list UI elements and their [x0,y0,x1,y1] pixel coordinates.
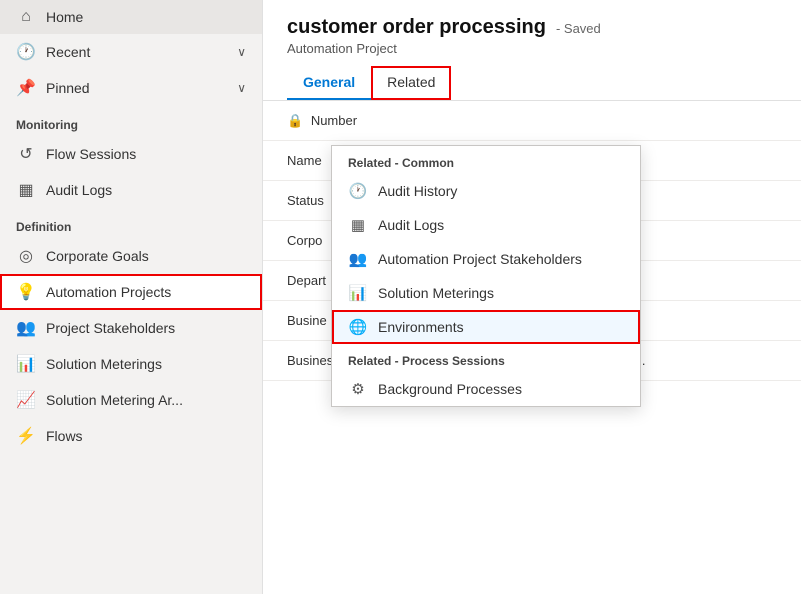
solution-metering-ar-icon: 📈 [16,390,36,410]
page-title: customer order processing [287,16,546,39]
corporate-goals-icon: ◎ [16,246,36,266]
automation-projects-icon: 💡 [16,282,36,302]
stakeholders-icon: 👥 [348,250,368,268]
sidebar-label-solution-meterings: Solution Meterings [46,356,162,372]
dropdown-item-environments[interactable]: 🌐 Environments [332,310,640,344]
sidebar-item-pinned[interactable]: 📌 Pinned ∨ [0,70,262,106]
chevron-down-icon: ∨ [237,81,246,95]
environments-icon: 🌐 [348,318,368,336]
dropdown-item-solution-meterings[interactable]: 📊 Solution Meterings [332,276,640,310]
sidebar-item-project-stakeholders[interactable]: 👥 Project Stakeholders [0,310,262,346]
main-content: customer order processing - Saved Automa… [263,0,801,594]
main-header: customer order processing - Saved Automa… [263,0,801,101]
form-row-number: 🔒 Number [263,101,801,141]
tab-related[interactable]: Related [371,66,451,100]
related-dropdown-menu[interactable]: Related - Common 🕐 Audit History ▦ Audit… [331,145,641,407]
flow-sessions-icon: ↺ [16,144,36,164]
sidebar: ⌂ Home 🕐 Recent ∨ 📌 Pinned ∨ Monitoring … [0,0,263,594]
monitoring-section-label: Monitoring [0,106,262,136]
sidebar-label-recent: Recent [46,44,90,60]
audit-logs-icon: ▦ [16,180,36,200]
dropdown-item-audit-logs[interactable]: ▦ Audit Logs [332,208,640,242]
audit-logs-icon: ▦ [348,216,368,234]
dropdown-label-background-processes: Background Processes [378,381,522,397]
tab-bar: General Related [287,66,777,100]
sidebar-label-solution-metering-ar: Solution Metering Ar... [46,392,183,408]
sidebar-item-home[interactable]: ⌂ Home [0,0,262,34]
dropdown-section-common: Related - Common [332,146,640,174]
flows-icon: ⚡ [16,426,36,446]
dropdown-label-audit-history: Audit History [378,183,457,199]
sidebar-label-pinned: Pinned [46,80,90,96]
sidebar-label-flows: Flows [46,428,83,444]
sidebar-item-solution-metering-ar[interactable]: 📈 Solution Metering Ar... [0,382,262,418]
sidebar-item-flow-sessions[interactable]: ↺ Flow Sessions [0,136,262,172]
chevron-down-icon: ∨ [237,45,246,59]
sidebar-label-automation-projects: Automation Projects [46,284,171,300]
audit-history-icon: 🕐 [348,182,368,200]
page-subtitle: Automation Project [287,41,777,56]
solution-meterings-icon: 📊 [348,284,368,302]
sidebar-item-recent[interactable]: 🕐 Recent ∨ [0,34,262,70]
field-label-number: 🔒 Number [287,113,467,129]
dropdown-label-audit-logs: Audit Logs [378,217,444,233]
sidebar-label-flow-sessions: Flow Sessions [46,146,136,162]
saved-badge: - Saved [556,21,601,36]
sidebar-label-project-stakeholders: Project Stakeholders [46,320,175,336]
sidebar-label-corporate-goals: Corporate Goals [46,248,149,264]
background-processes-icon: ⚙ [348,380,368,398]
recent-icon: 🕐 [16,42,36,62]
dropdown-item-audit-history[interactable]: 🕐 Audit History [332,174,640,208]
sidebar-item-corporate-goals[interactable]: ◎ Corporate Goals [0,238,262,274]
solution-meterings-icon: 📊 [16,354,36,374]
dropdown-label-solution-meterings: Solution Meterings [378,285,494,301]
dropdown-label-automation-project-stakeholders: Automation Project Stakeholders [378,251,582,267]
definition-section-label: Definition [0,208,262,238]
sidebar-item-flows[interactable]: ⚡ Flows [0,418,262,454]
dropdown-item-background-processes[interactable]: ⚙ Background Processes [332,372,640,406]
dropdown-label-environments: Environments [378,319,464,335]
sidebar-label-audit-logs: Audit Logs [46,182,112,198]
pin-icon: 📌 [16,78,36,98]
dropdown-item-automation-project-stakeholders[interactable]: 👥 Automation Project Stakeholders [332,242,640,276]
home-icon: ⌂ [16,8,36,26]
sidebar-item-solution-meterings[interactable]: 📊 Solution Meterings [0,346,262,382]
sidebar-item-audit-logs[interactable]: ▦ Audit Logs [0,172,262,208]
main-body: 🔒 Number Name ing Status Corpo h Aut... … [263,101,801,594]
sidebar-item-automation-projects[interactable]: 💡 Automation Projects [0,274,262,310]
dropdown-section-process: Related - Process Sessions [332,344,640,372]
lock-icon: 🔒 [287,113,303,128]
tab-general[interactable]: General [287,66,371,100]
sidebar-label-home: Home [46,9,83,25]
project-stakeholders-icon: 👥 [16,318,36,338]
